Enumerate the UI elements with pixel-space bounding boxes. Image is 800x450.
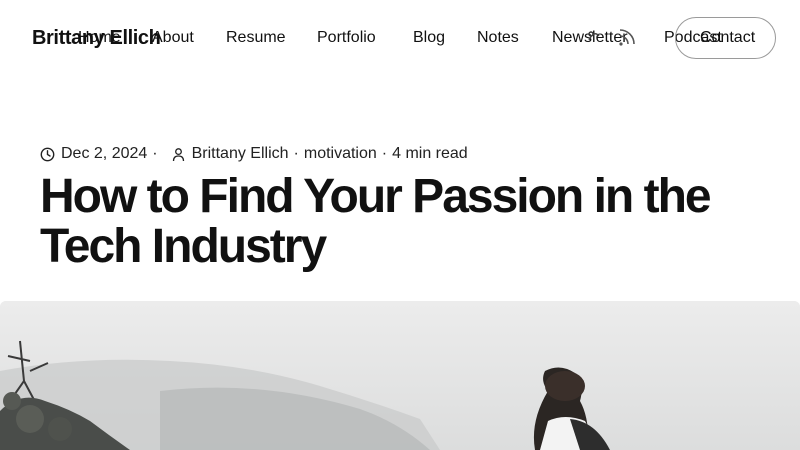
meta-separator: ·: [381, 145, 388, 162]
contact-button-label[interactable]: Contact: [700, 28, 755, 48]
clock-icon: [40, 147, 55, 162]
post-read-time: 4 min read: [392, 145, 468, 162]
post-category[interactable]: motivation: [304, 144, 377, 164]
nav-link-resume[interactable]: Resume: [226, 28, 286, 48]
meta-separator: ·: [293, 145, 299, 162]
user-icon: [171, 147, 186, 162]
post-meta: Dec 2, 2024 · Brittany Ellich · motivati…: [40, 143, 468, 165]
post-title: How to Find Your Passion in the Tech Ind…: [40, 170, 712, 273]
post-author[interactable]: Brittany Ellich: [192, 144, 289, 164]
featured-photo: [0, 301, 800, 450]
nav-link-portfolio[interactable]: Portfolio: [317, 28, 376, 48]
meta-separator: ·: [152, 145, 158, 162]
nav-link-blog[interactable]: Blog: [413, 28, 445, 48]
nav-link-about[interactable]: About: [152, 28, 194, 48]
nav-link-notes[interactable]: Notes: [477, 28, 519, 48]
rss-icon[interactable]: [580, 26, 640, 48]
post-date: Dec 2, 2024: [61, 145, 148, 162]
nav-link-home[interactable]: Home: [78, 28, 121, 48]
